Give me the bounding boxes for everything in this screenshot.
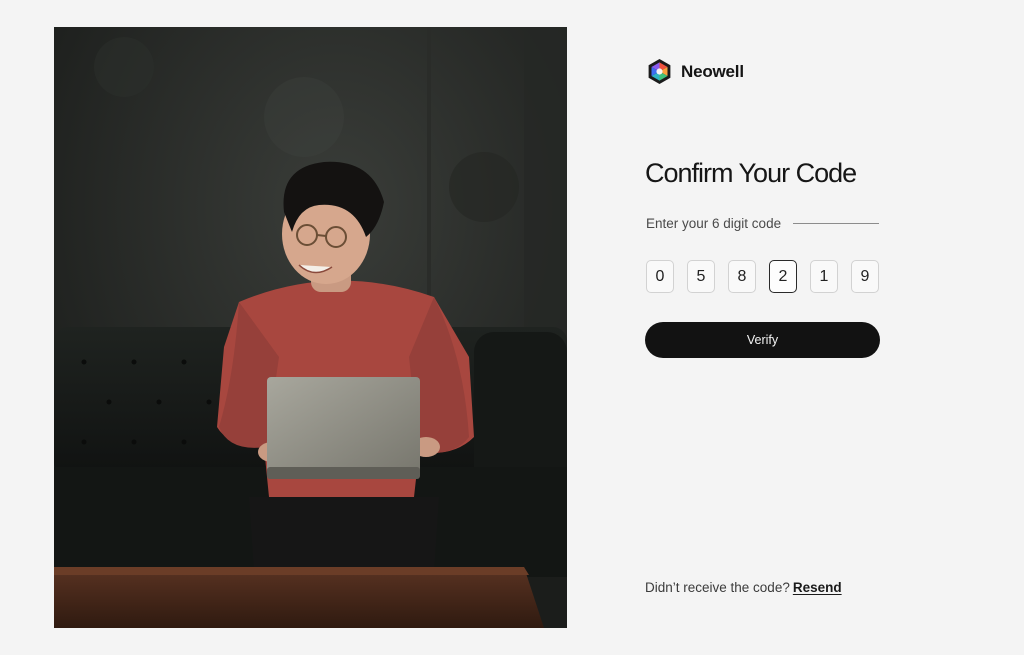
code-input-group: 0 5 8 2 1 9 — [646, 260, 879, 293]
code-label: Enter your 6 digit code — [646, 216, 782, 231]
page-title: Confirm Your Code — [645, 158, 857, 188]
hero-photo — [54, 27, 567, 628]
divider-line — [793, 223, 879, 224]
brand: Neowell — [646, 58, 744, 85]
resend-prompt: Didn’t receive the code? — [645, 580, 790, 595]
code-digit-input-3[interactable]: 8 — [728, 260, 756, 293]
code-digit-input-4[interactable]: 2 — [769, 260, 797, 293]
brand-name: Neowell — [681, 61, 744, 81]
code-digit-input-2[interactable]: 5 — [687, 260, 715, 293]
person-with-laptop-photo — [54, 27, 567, 628]
hexagon-logo-icon — [648, 58, 671, 85]
code-digit-input-1[interactable]: 0 — [646, 260, 674, 293]
code-digit-input-5[interactable]: 1 — [810, 260, 838, 293]
resend-row: Didn’t receive the code? Resend — [645, 580, 842, 595]
code-digit-input-6[interactable]: 9 — [851, 260, 879, 293]
resend-link[interactable]: Resend — [793, 580, 842, 595]
verify-button[interactable]: Verify — [645, 322, 880, 358]
code-label-row: Enter your 6 digit code — [646, 216, 879, 231]
